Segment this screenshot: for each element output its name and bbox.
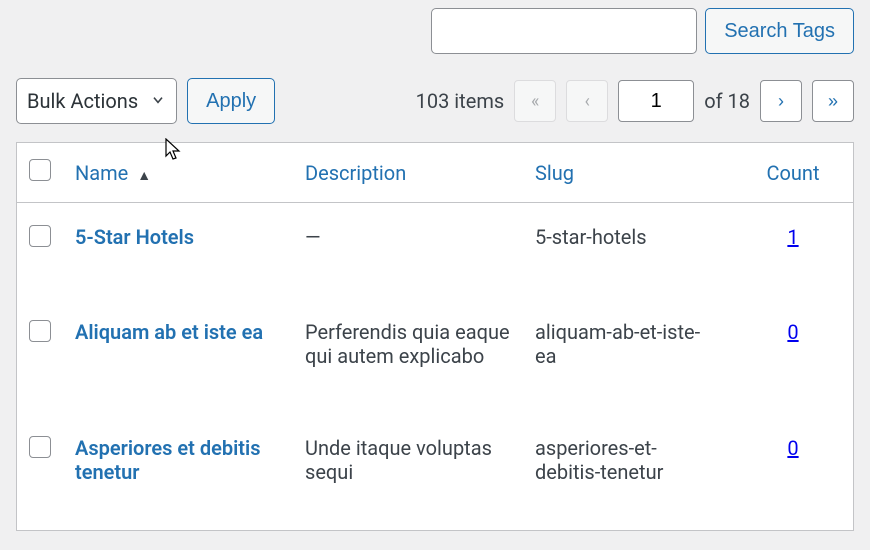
tag-count-link[interactable]: 0 bbox=[787, 320, 798, 344]
select-all-checkbox[interactable] bbox=[29, 159, 51, 181]
apply-button[interactable]: Apply bbox=[187, 78, 275, 124]
search-tags-input[interactable] bbox=[431, 8, 697, 54]
page-total: of 18 bbox=[704, 89, 750, 113]
tag-slug: asperiores-et-debitis-tenetur bbox=[523, 414, 733, 531]
search-tags-button[interactable]: Search Tags bbox=[705, 8, 854, 54]
bulk-actions-label: Bulk Actions bbox=[27, 89, 138, 113]
tag-name-link[interactable]: 5-Star Hotels bbox=[75, 225, 194, 249]
table-row: 5-Star Hotels — 5-star-hotels 1 bbox=[17, 203, 854, 299]
tag-description: Unde itaque voluptas sequi bbox=[293, 414, 523, 531]
tag-description: Perferendis quia eaque qui autem explica… bbox=[293, 298, 523, 414]
row-checkbox[interactable] bbox=[29, 225, 51, 247]
prev-page-button: ‹ bbox=[566, 80, 608, 122]
bulk-actions-select[interactable]: Bulk Actions bbox=[16, 78, 177, 124]
tag-name-link[interactable]: Asperiores et debitis tenetur bbox=[75, 436, 261, 484]
tags-table: Name ▲ Description Slug Count 5-Star Hot… bbox=[16, 142, 854, 531]
column-header-count[interactable]: Count bbox=[733, 143, 854, 203]
sort-asc-icon: ▲ bbox=[137, 167, 151, 184]
column-header-slug[interactable]: Slug bbox=[523, 143, 733, 203]
table-row: Aliquam ab et iste ea Perferendis quia e… bbox=[17, 298, 854, 414]
last-page-button[interactable]: » bbox=[812, 80, 854, 122]
items-count: 103 items bbox=[416, 89, 505, 113]
tag-description: — bbox=[293, 203, 523, 299]
tag-name-link[interactable]: Aliquam ab et iste ea bbox=[75, 320, 263, 344]
current-page-input[interactable] bbox=[618, 80, 694, 122]
row-checkbox[interactable] bbox=[29, 320, 51, 342]
table-row: Asperiores et debitis tenetur Unde itaqu… bbox=[17, 414, 854, 531]
first-page-button: « bbox=[514, 80, 556, 122]
tag-slug: 5-star-hotels bbox=[523, 203, 733, 299]
column-header-name[interactable]: Name ▲ bbox=[63, 143, 293, 203]
chevron-down-icon bbox=[150, 89, 166, 113]
row-checkbox[interactable] bbox=[29, 436, 51, 458]
tag-slug: aliquam-ab-et-iste-ea bbox=[523, 298, 733, 414]
next-page-button[interactable]: › bbox=[760, 80, 802, 122]
tag-count-link[interactable]: 1 bbox=[787, 225, 798, 249]
tag-count-link[interactable]: 0 bbox=[787, 436, 798, 460]
column-header-description[interactable]: Description bbox=[293, 143, 523, 203]
